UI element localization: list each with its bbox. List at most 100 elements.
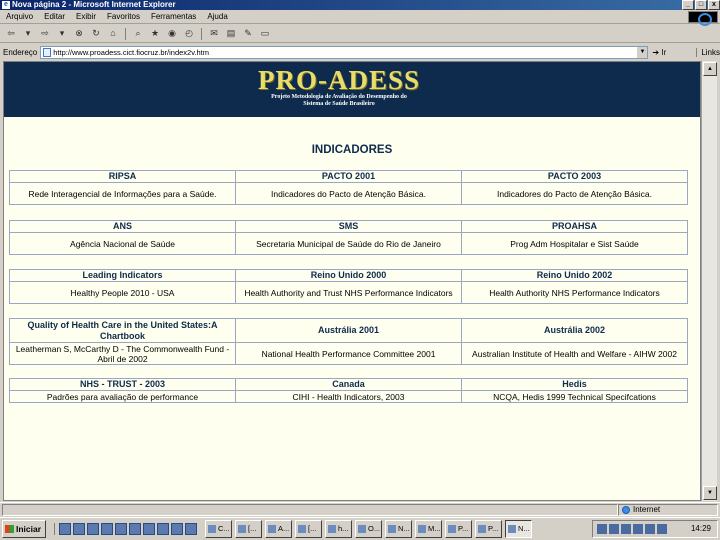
task-button-active[interactable]: N...: [505, 520, 532, 538]
table-header[interactable]: ANS: [9, 220, 236, 233]
back-icon[interactable]: ⇦: [4, 27, 18, 40]
minimize-button[interactable]: _: [682, 0, 694, 10]
menu-arquivo[interactable]: Arquivo: [6, 12, 33, 21]
refresh-icon[interactable]: ↻: [89, 27, 103, 40]
table-cell: Rede Interagencial de Informações para a…: [9, 182, 236, 205]
table-row: Agência Nacional de Saúde Secretaria Mun…: [9, 232, 688, 255]
close-button[interactable]: x: [708, 0, 720, 10]
desktop-icon[interactable]: [87, 523, 99, 535]
task-button[interactable]: P...: [475, 520, 502, 538]
search-icon[interactable]: ⌕: [131, 27, 145, 40]
table-row: Padrões para avaliação de performance CI…: [9, 390, 688, 403]
indicator-table-2: ANS SMS PROAHSA Agência Nacional de Saúd…: [9, 220, 688, 255]
maximize-button[interactable]: □: [695, 0, 707, 10]
menu-exibir[interactable]: Exibir: [76, 12, 96, 21]
forward-dropdown-icon[interactable]: ▾: [55, 27, 69, 40]
indicator-table-3: Leading Indicators Reino Unido 2000 Rein…: [9, 269, 688, 304]
tray-icon[interactable]: [633, 524, 643, 534]
discuss-icon[interactable]: ▭: [258, 27, 272, 40]
table-cell: CIHI - Health Indicators, 2003: [235, 390, 462, 403]
task-button[interactable]: A...: [265, 520, 292, 538]
table-header[interactable]: PACTO 2001: [235, 170, 462, 183]
window-title: Nova página 2 - Microsoft Internet Explo…: [12, 0, 176, 9]
start-button[interactable]: Iniciar: [2, 520, 46, 538]
scroll-up-icon[interactable]: ▲: [703, 62, 717, 76]
favorites-icon[interactable]: ★: [148, 27, 162, 40]
page-content: PRO-ADESS Projeto Metodologia de Avaliaç…: [3, 61, 701, 501]
task-button[interactable]: [...: [235, 520, 262, 538]
address-dropdown-icon[interactable]: ▼: [636, 46, 648, 58]
task-button[interactable]: O...: [355, 520, 382, 538]
clock[interactable]: 14:29: [691, 521, 711, 537]
page-icon: [43, 47, 52, 57]
home-icon[interactable]: ⌂: [106, 27, 120, 40]
tray-icon[interactable]: [597, 524, 607, 534]
zone-label: Internet: [633, 504, 661, 514]
menu-editar[interactable]: Editar: [44, 12, 65, 21]
globe-icon: [622, 505, 630, 514]
table-cell: Healthy People 2010 - USA: [9, 281, 236, 304]
table-header-row: RIPSA PACTO 2001 PACTO 2003: [9, 170, 688, 183]
media-icon[interactable]: ◉: [165, 27, 179, 40]
powerpoint-icon[interactable]: [129, 523, 141, 535]
page-title: INDICADORES: [311, 144, 393, 156]
table-cell: Indicadores do Pacto de Atenção Básica.: [461, 182, 688, 205]
logo-subtitle-1: Projeto Metodologia de Avaliação do Dese…: [271, 94, 407, 100]
tray-icon[interactable]: [609, 524, 619, 534]
table-header[interactable]: RIPSA: [9, 170, 236, 183]
tray-icon[interactable]: [621, 524, 631, 534]
ie-icon[interactable]: [59, 523, 71, 535]
task-button[interactable]: h...: [325, 520, 352, 538]
forward-icon[interactable]: ⇨: [38, 27, 52, 40]
table-header[interactable]: Austrália 2001: [235, 318, 462, 343]
word-icon[interactable]: [101, 523, 113, 535]
print-icon[interactable]: ▤: [224, 27, 238, 40]
scroll-down-icon[interactable]: ▼: [703, 486, 717, 500]
table-header[interactable]: Leading Indicators: [9, 269, 236, 282]
search-icon[interactable]: [171, 523, 183, 535]
table-header[interactable]: Reino Unido 2000: [235, 269, 462, 282]
back-dropdown-icon[interactable]: ▾: [21, 27, 35, 40]
task-button[interactable]: M...: [415, 520, 442, 538]
history-icon[interactable]: ◴: [182, 27, 196, 40]
toolbar-separator: [125, 27, 126, 40]
logo-title: PRO-ADESS: [257, 65, 421, 95]
media-icon[interactable]: [185, 523, 197, 535]
table-header[interactable]: Hedis: [461, 378, 688, 391]
menu-favoritos[interactable]: Favoritos: [107, 12, 140, 21]
menu-ajuda[interactable]: Ajuda: [207, 12, 227, 21]
address-input[interactable]: http://www.proadess.cict.fiocruz.br/inde…: [40, 45, 649, 59]
app-icon[interactable]: [157, 523, 169, 535]
task-button[interactable]: P...: [445, 520, 472, 538]
go-button[interactable]: ➔ Ir: [652, 48, 688, 57]
stop-icon[interactable]: ⊗: [72, 27, 86, 40]
table-cell: Leatherman S, McCarthy D - The Commonwea…: [9, 342, 236, 365]
go-label: Ir: [661, 47, 667, 57]
table-header[interactable]: Reino Unido 2002: [461, 269, 688, 282]
app-icon[interactable]: [143, 523, 155, 535]
table-header[interactable]: PROAHSA: [461, 220, 688, 233]
tray-icon[interactable]: [645, 524, 655, 534]
table-header[interactable]: NHS - TRUST - 2003: [9, 378, 236, 391]
language-icon[interactable]: [657, 524, 667, 534]
table-cell: Padrões para avaliação de performance: [9, 390, 236, 403]
logo-subtitle-2: Sistema de Saúde Brasileiro: [303, 101, 375, 107]
table-header[interactable]: SMS: [235, 220, 462, 233]
excel-icon[interactable]: [115, 523, 127, 535]
mail-icon[interactable]: ✉: [207, 27, 221, 40]
vertical-scrollbar[interactable]: ▲ ▼: [701, 61, 717, 501]
task-button[interactable]: C...: [205, 520, 232, 538]
table-header[interactable]: PACTO 2003: [461, 170, 688, 183]
table-header[interactable]: Austrália 2002: [461, 318, 688, 343]
outlook-icon[interactable]: [73, 523, 85, 535]
address-url: http://www.proadess.cict.fiocruz.br/inde…: [53, 47, 210, 57]
site-logo[interactable]: PRO-ADESS Projeto Metodologia de Avaliaç…: [244, 66, 434, 108]
table-header[interactable]: Quality of Health Care in the United Sta…: [9, 318, 236, 343]
table-cell: Indicadores do Pacto de Atenção Básica.: [235, 182, 462, 205]
task-button[interactable]: [...: [295, 520, 322, 538]
table-header[interactable]: Canada: [235, 378, 462, 391]
links-button[interactable]: Links: [696, 47, 720, 57]
menu-ferramentas[interactable]: Ferramentas: [151, 12, 196, 21]
edit-icon[interactable]: ✎: [241, 27, 255, 40]
task-button[interactable]: N...: [385, 520, 412, 538]
